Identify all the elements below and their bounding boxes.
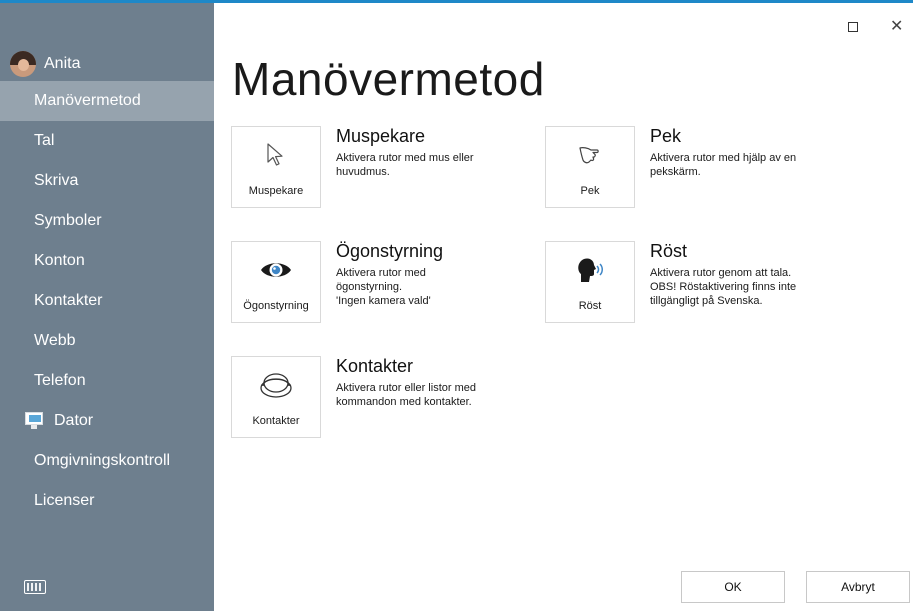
option-title: Ögonstyrning <box>336 241 444 261</box>
maximize-icon[interactable] <box>848 22 858 32</box>
sidebar-item-skriva[interactable]: Skriva <box>0 161 214 201</box>
cursor-icon <box>232 141 320 169</box>
sidebar-item-telefon[interactable]: Telefon <box>0 361 214 401</box>
eye-icon <box>232 256 320 284</box>
tile-label: Röst <box>578 300 602 312</box>
option-kontakter: Kontakter Kontakter Aktivera rutor eller… <box>231 356 531 440</box>
monitor-icon <box>24 412 46 430</box>
ogonstyrning-tile[interactable]: Ögonstyrning <box>231 241 321 323</box>
page-title: Manövermetod <box>232 53 545 105</box>
sidebar-item-tal[interactable]: Tal <box>0 121 214 161</box>
keyboard-icon[interactable] <box>24 580 46 594</box>
cancel-button[interactable]: Avbryt <box>806 571 910 603</box>
sidebar-item-webb[interactable]: Webb <box>0 321 214 361</box>
option-pek: Pek Pek Aktivera rutor med hjälp av en p… <box>545 126 845 210</box>
rost-tile[interactable]: Röst <box>545 241 635 323</box>
sidebar: Anita Manövermetod Tal Skriva Symboler K… <box>0 3 214 611</box>
sidebar-item-kontakter[interactable]: Kontakter <box>0 281 214 321</box>
option-muspekare: Muspekare Muspekare Aktivera rutor med m… <box>231 126 531 210</box>
pek-tile[interactable]: Pek <box>545 126 635 208</box>
sidebar-item-omgivningskontroll[interactable]: Omgivningskontroll <box>0 441 214 481</box>
sidebar-item-symboler[interactable]: Symboler <box>0 201 214 241</box>
tile-label: Kontakter <box>252 415 300 427</box>
option-rost: Röst Röst Aktivera rutor genom att tala.… <box>545 241 845 325</box>
sidebar-item-label: Dator <box>54 412 94 429</box>
muspekare-tile[interactable]: Muspekare <box>231 126 321 208</box>
tile-label: Muspekare <box>248 185 304 197</box>
option-title: Röst <box>650 241 688 261</box>
avatar <box>10 51 36 77</box>
switch-button-icon <box>232 371 320 399</box>
sidebar-item-konton[interactable]: Konton <box>0 241 214 281</box>
option-title: Pek <box>650 126 682 146</box>
kontakter-tile[interactable]: Kontakter <box>231 356 321 438</box>
ok-button[interactable]: OK <box>681 571 785 603</box>
option-description: Aktivera rutor eller listor med kommando… <box>336 382 476 408</box>
sidebar-item-dator[interactable]: Dator <box>0 401 214 441</box>
sidebar-item-licenser[interactable]: Licenser <box>0 481 214 521</box>
close-icon[interactable]: ✕ <box>890 19 906 35</box>
sidebar-item-manovermetod[interactable]: Manövermetod <box>0 81 214 121</box>
user-name: Anita <box>44 55 81 72</box>
touch-hand-icon <box>546 141 634 169</box>
tile-label: Ögonstyrning <box>243 300 309 312</box>
tile-label: Pek <box>580 185 600 197</box>
option-description: Aktivera rutor med mus eller huvudmus. <box>336 152 474 178</box>
option-title: Muspekare <box>336 126 426 146</box>
option-title: Kontakter <box>336 356 414 376</box>
option-description: Aktivera rutor med ögonstyrning. 'Ingen … <box>336 267 431 307</box>
user-profile[interactable]: Anita <box>10 49 80 79</box>
option-ogonstyrning: Ögonstyrning Ögonstyrning Aktivera rutor… <box>231 241 531 325</box>
option-description: Aktivera rutor med hjälp av en pekskärm. <box>650 152 797 178</box>
sidebar-nav: Manövermetod Tal Skriva Symboler Konton … <box>0 81 214 521</box>
option-description: Aktivera rutor genom att tala. OBS! Röst… <box>650 267 797 307</box>
voice-head-icon <box>546 256 634 284</box>
